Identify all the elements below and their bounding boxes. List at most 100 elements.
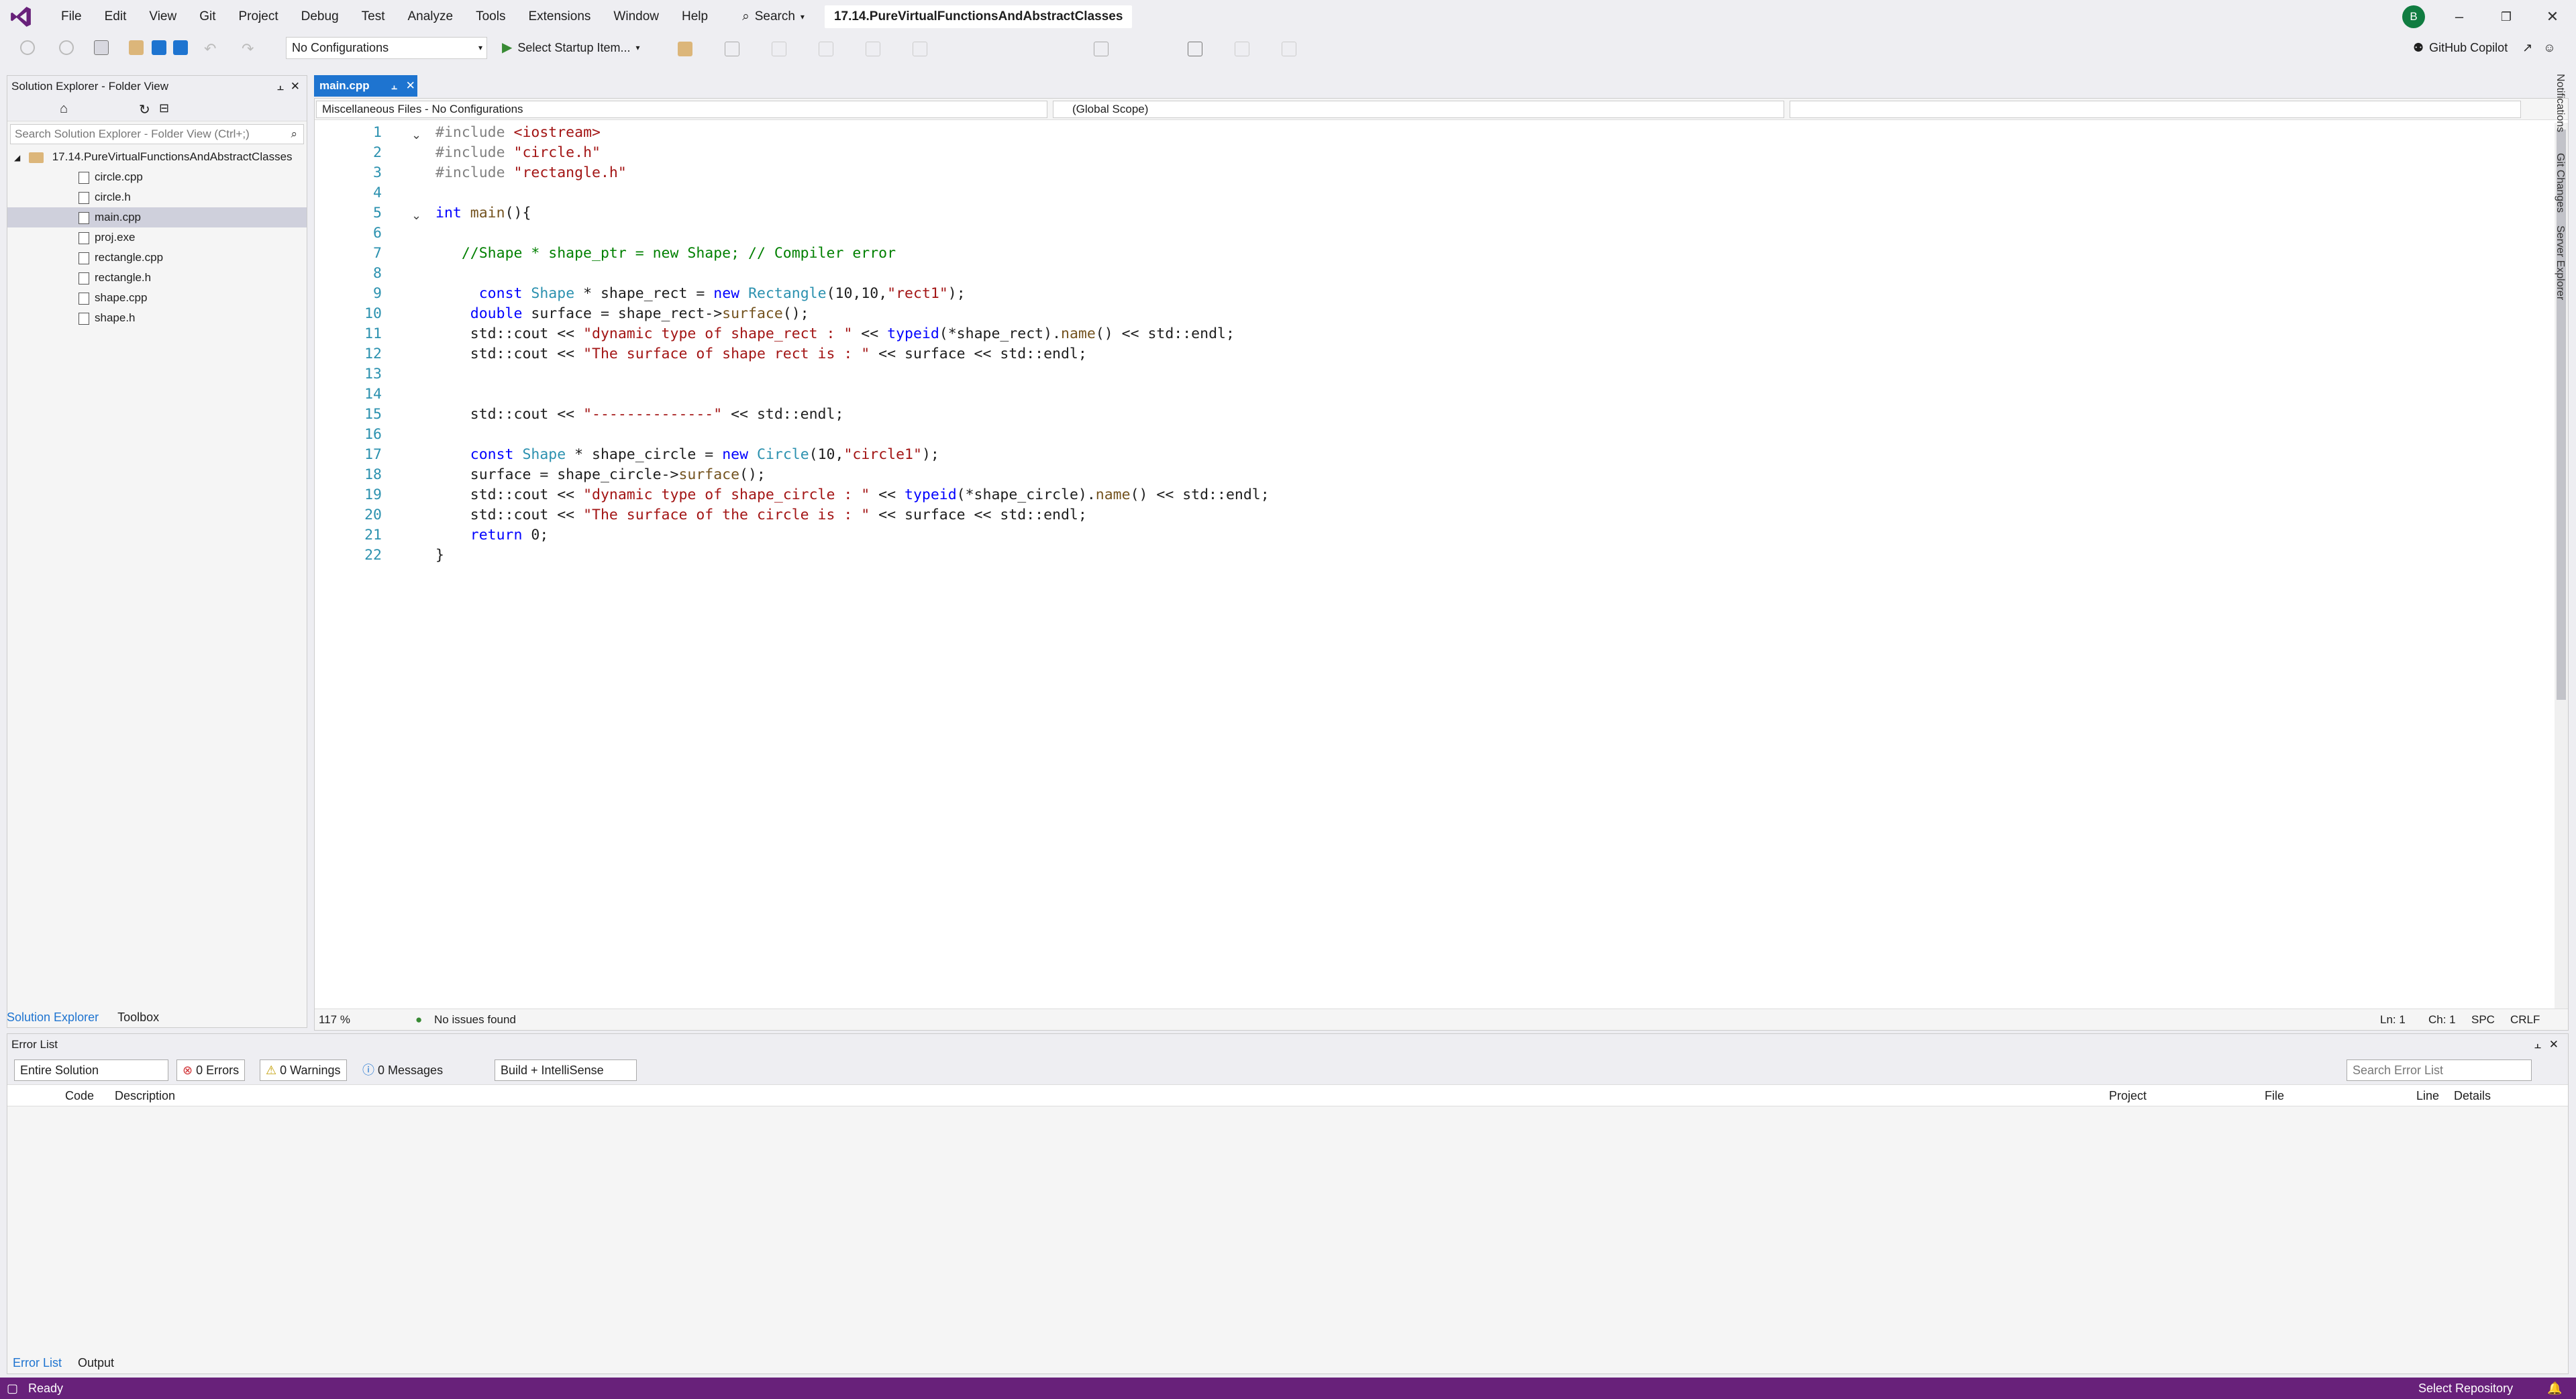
tab-notifications[interactable]: Notifications xyxy=(2554,74,2566,132)
warnings-filter-button[interactable]: ⚠ 0 Warnings xyxy=(260,1059,347,1081)
next-bookmark-icon[interactable] xyxy=(1235,42,1249,56)
code-area[interactable]: 1 #include <iostream> 2 #include "circle.h"… xyxy=(315,123,2568,995)
solution-icon[interactable] xyxy=(725,42,739,56)
tab-git-changes[interactable]: Git Changes xyxy=(2554,153,2566,213)
close-window-button[interactable]: ✕ xyxy=(2529,0,2576,34)
collapse-region-icon[interactable]: ⌄ xyxy=(411,128,425,142)
save-all-icon[interactable] xyxy=(173,40,188,55)
line-number: 2 xyxy=(373,144,382,161)
restore-button[interactable]: ❐ xyxy=(2483,0,2530,34)
bottom-panel-tabs: Error List Output xyxy=(7,1352,114,1374)
tree-item-file[interactable]: header-file-icon circle.h xyxy=(7,187,307,207)
tree-item-file[interactable]: cpp-file-icon shape.cpp xyxy=(7,288,307,308)
menu-help[interactable]: Help xyxy=(670,0,719,34)
menu-git[interactable]: Git xyxy=(188,0,227,34)
menu-project[interactable]: Project xyxy=(227,0,290,34)
messages-filter-button[interactable]: ⓘ 0 Messages xyxy=(356,1059,449,1081)
menu-file[interactable]: File xyxy=(50,0,93,34)
column-description[interactable]: Description xyxy=(115,1085,175,1106)
tree-item-file[interactable]: cpp-file-icon circle.cpp xyxy=(7,167,307,187)
collapse-all-icon[interactable]: ⊟ xyxy=(159,101,169,115)
scope-dropdown[interactable]: (Global Scope) xyxy=(1053,101,1784,118)
column-file[interactable]: File xyxy=(2265,1085,2284,1106)
notification-bell-icon[interactable]: 🔔 xyxy=(2547,1378,2562,1399)
tree-item-file[interactable]: cpp-file-icon rectangle.cpp xyxy=(7,248,307,268)
error-list-search-input[interactable]: Search Error List xyxy=(2347,1059,2532,1081)
configuration-dropdown[interactable]: No Configurations ▾ xyxy=(286,37,487,59)
close-icon[interactable]: ✕ xyxy=(291,76,300,97)
menu-debug[interactable]: Debug xyxy=(290,0,350,34)
close-icon[interactable]: ✕ xyxy=(406,79,415,92)
menu-view[interactable]: View xyxy=(138,0,188,34)
indent-icon[interactable] xyxy=(772,42,786,56)
zoom-dropdown[interactable]: 117 % xyxy=(319,1009,350,1031)
column-code[interactable]: Code xyxy=(65,1085,94,1106)
member-dropdown[interactable] xyxy=(1790,101,2521,118)
visual-studio-logo-icon[interactable] xyxy=(9,5,32,28)
new-project-icon[interactable] xyxy=(94,40,109,55)
bookmark-icon[interactable] xyxy=(1188,42,1202,56)
close-icon[interactable]: ✕ xyxy=(2549,1034,2559,1055)
select-repository-button[interactable]: Select Repository xyxy=(2418,1378,2513,1399)
menu-tools[interactable]: Tools xyxy=(464,0,517,34)
build-filter-dropdown[interactable]: Build + IntelliSense xyxy=(495,1059,637,1081)
pin-icon[interactable]: ⫠ xyxy=(277,76,284,97)
undo-icon[interactable]: ↶ xyxy=(204,40,219,57)
tree-item-file[interactable]: header-file-icon rectangle.h xyxy=(7,268,307,288)
tree-item-file[interactable]: cpp-file-icon main.cpp xyxy=(7,207,307,227)
minimize-button[interactable]: – xyxy=(2436,0,2483,34)
project-dropdown[interactable]: Miscellaneous Files - No Configurations xyxy=(316,101,1047,118)
col-indicator[interactable]: Ch: 1 xyxy=(2428,1009,2456,1031)
github-copilot-button[interactable]: ⚉ GitHub Copilot ↗ ☺ xyxy=(2413,37,2556,59)
pin-icon[interactable]: ⫠ xyxy=(391,81,397,91)
feedback-icon[interactable]: ☺ xyxy=(2543,37,2555,59)
pin-icon[interactable]: ⫠ xyxy=(2534,1034,2541,1055)
menu-edit[interactable]: Edit xyxy=(93,0,138,34)
solution-explorer-search-input[interactable]: Search Solution Explorer - Folder View (… xyxy=(10,124,304,144)
redo-icon[interactable]: ↷ xyxy=(242,40,256,57)
tree-item-file[interactable]: header-file-icon shape.h xyxy=(7,308,307,328)
tab-server-explorer[interactable]: Server Explorer xyxy=(2554,225,2566,300)
comment-icon[interactable] xyxy=(866,42,880,56)
column-project[interactable]: Project xyxy=(2109,1085,2147,1106)
back-icon[interactable] xyxy=(20,40,35,55)
save-icon[interactable] xyxy=(152,40,166,55)
document-tab-main-cpp[interactable]: main.cpp ⫠ ✕ xyxy=(314,75,417,97)
clear-bookmarks-icon[interactable] xyxy=(1282,42,1296,56)
avatar[interactable]: B xyxy=(2402,5,2425,28)
startup-item-button[interactable]: ▶ Select Startup Item... ▾ xyxy=(502,37,640,59)
menu-analyze[interactable]: Analyze xyxy=(397,0,465,34)
menu-extensions[interactable]: Extensions xyxy=(517,0,602,34)
tab-toolbox[interactable]: Toolbox xyxy=(117,1006,159,1028)
issues-status[interactable]: No issues found xyxy=(434,1009,516,1031)
line-indicator[interactable]: Ln: 1 xyxy=(2380,1009,2406,1031)
code-text: #include "rectangle.h" xyxy=(435,164,627,181)
error-list-panel: Error List ⫠ ✕ Entire Solution ⊗ 0 Error… xyxy=(7,1033,2569,1374)
search-button[interactable]: ⌕ Search ▾ xyxy=(742,9,805,24)
errors-filter-button[interactable]: ⊗ 0 Errors xyxy=(176,1059,246,1081)
code-editor[interactable]: Miscellaneous Files - No Configurations … xyxy=(314,98,2569,1031)
folder-icon[interactable] xyxy=(678,42,692,56)
forward-icon[interactable] xyxy=(59,40,74,55)
tree-root-folder[interactable]: ◢ 17.14.PureVirtualFunctionsAndAbstractC… xyxy=(7,147,307,167)
line-ending-indicator[interactable]: CRLF xyxy=(2510,1009,2540,1031)
open-folder-icon[interactable] xyxy=(129,40,144,55)
tab-error-list[interactable]: Error List xyxy=(13,1352,62,1374)
tree-item-file[interactable]: exe-file-icon proj.exe xyxy=(7,227,307,248)
column-details[interactable]: Details xyxy=(2454,1085,2491,1106)
share-icon[interactable]: ↗ xyxy=(2522,37,2532,59)
menu-window[interactable]: Window xyxy=(602,0,670,34)
whitespace-indicator[interactable]: SPC xyxy=(2471,1009,2495,1031)
home-icon[interactable]: ⌂ xyxy=(60,101,68,117)
menu-test[interactable]: Test xyxy=(350,0,397,34)
column-line[interactable]: Line xyxy=(2416,1085,2439,1106)
outdent-icon[interactable] xyxy=(819,42,833,56)
tab-solution-explorer[interactable]: Solution Explorer xyxy=(7,1006,99,1028)
tab-output[interactable]: Output xyxy=(78,1352,114,1374)
refresh-icon[interactable]: ↻ xyxy=(139,101,150,118)
expand-arrow-icon[interactable]: ◢ xyxy=(14,153,20,162)
scope-dropdown[interactable]: Entire Solution xyxy=(14,1059,168,1081)
uncomment-icon[interactable] xyxy=(913,42,927,56)
collapse-region-icon[interactable]: ⌄ xyxy=(411,209,425,222)
format-icon[interactable] xyxy=(1094,42,1109,56)
